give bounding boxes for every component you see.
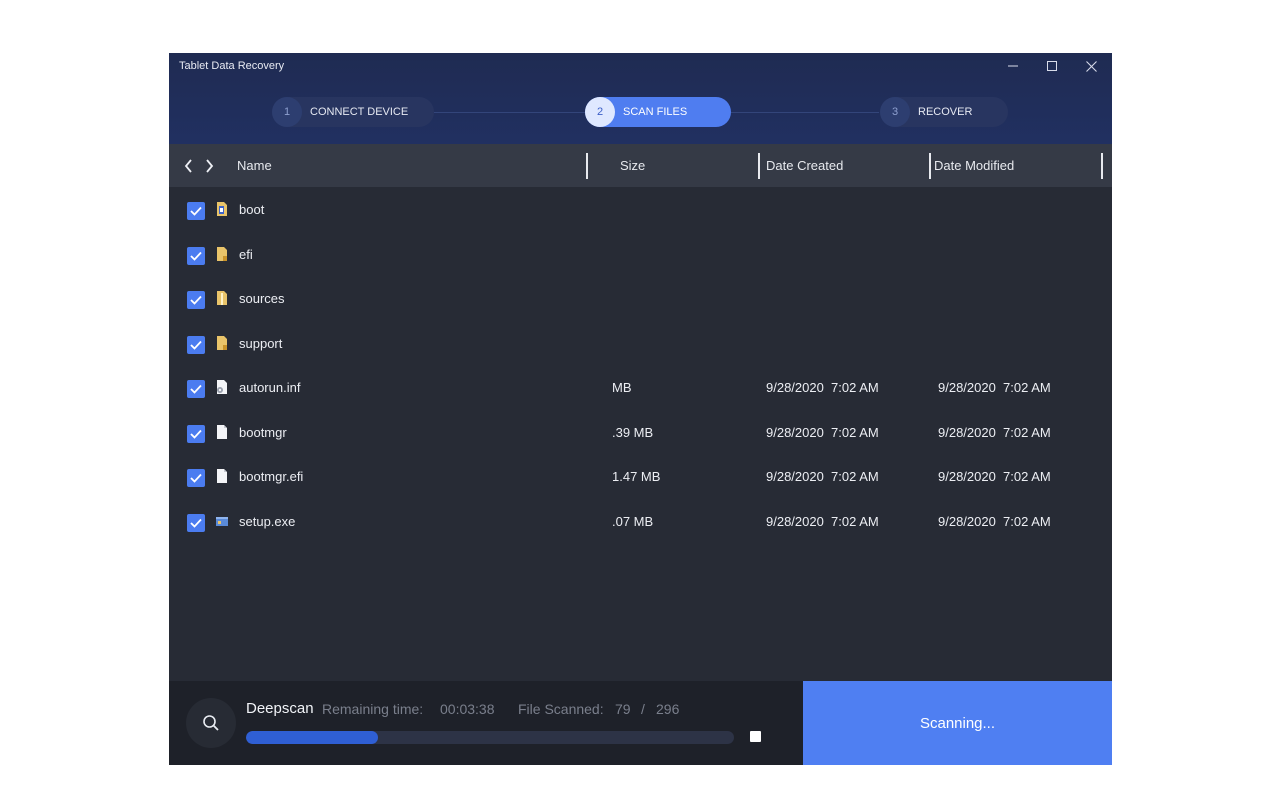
file-date-created: 9/28/2020 7:02 AM [766,380,879,395]
file-name: bootmgr [239,425,287,440]
checkmark-icon [190,206,202,216]
title-bar: Tablet Data Recovery 1 CONNECT DEVICE 2 … [169,53,1112,144]
row-checkbox[interactable] [187,247,205,265]
column-divider[interactable] [929,153,931,179]
step-number: 3 [880,97,910,127]
step-connect-device: 1 CONNECT DEVICE [272,97,434,127]
file-icon [217,469,227,483]
file-name: autorun.inf [239,380,301,395]
file-row[interactable]: support [169,321,1112,365]
step-label: SCAN FILES [623,106,688,118]
checkmark-icon [190,473,202,483]
step-scan-files: 2 SCAN FILES [585,97,731,127]
file-date-modified: 9/28/2020 7:02 AM [938,380,1051,395]
step-number: 2 [585,97,615,127]
file-list-header: Name Size Date Created Date Modified [169,144,1112,187]
file-date-modified: 9/28/2020 7:02 AM [938,469,1051,484]
forward-button[interactable] [202,157,216,175]
step-label: RECOVER [918,106,973,118]
checkmark-icon [190,295,202,305]
file-name: sources [239,291,285,306]
file-size: .07 MB [612,514,654,529]
files-scanned-label: File Scanned: [518,701,604,717]
remaining-time-value: 00:03:38 [440,701,495,717]
column-date-created[interactable]: Date Created [766,158,843,173]
checkmark-icon [190,340,202,350]
step-number: 1 [272,97,302,127]
search-icon [203,715,219,731]
scan-progress-fill [246,731,378,744]
file-date-modified: 9/28/2020 7:02 AM [938,425,1051,440]
row-checkbox[interactable] [187,291,205,309]
row-checkbox[interactable] [187,380,205,398]
row-checkbox[interactable] [187,514,205,532]
checkmark-icon [190,518,202,528]
close-button[interactable] [1081,57,1101,75]
file-row[interactable]: autorun.inf MB 9/28/2020 7:02 AM 9/28/20… [169,365,1112,409]
file-row[interactable]: bootmgr .39 MB 9/28/2020 7:02 AM 9/28/20… [169,410,1112,454]
remaining-time-label: Remaining time: [322,701,424,717]
scan-progress-bar [246,731,734,744]
file-size: 1.47 MB [612,469,661,484]
column-date-modified[interactable]: Date Modified [934,158,1014,173]
checkmark-icon [190,251,202,261]
file-icon [217,425,227,439]
row-checkbox[interactable] [187,469,205,487]
file-name: boot [239,202,265,217]
scan-mode-label: Deepscan [246,700,314,717]
settings-file-icon [217,380,227,394]
column-divider[interactable] [1101,153,1103,179]
maximize-icon [1047,61,1057,71]
file-date-created: 9/28/2020 7:02 AM [766,514,879,529]
file-row[interactable]: boot [169,187,1112,231]
folder-icon [217,202,227,216]
column-divider[interactable] [586,153,588,179]
file-size: MB [612,380,632,395]
scan-status-icon-wrap [186,698,236,748]
close-icon [1085,60,1097,72]
row-checkbox[interactable] [187,425,205,443]
file-row[interactable]: sources [169,276,1112,320]
file-row[interactable]: setup.exe .07 MB 9/28/2020 7:02 AM 9/28/… [169,499,1112,543]
step-label: CONNECT DEVICE [310,106,409,118]
row-checkbox[interactable] [187,336,205,354]
file-name: bootmgr.efi [239,469,304,484]
file-name: efi [239,247,253,262]
file-name: setup.exe [239,514,296,529]
folder-icon [217,336,227,350]
scan-status-bar: Deepscan Remaining time: 00:03:38 File S… [169,681,1112,765]
minimize-button[interactable] [1003,57,1023,75]
app-title: Tablet Data Recovery [179,60,285,72]
file-size: .39 MB [612,425,654,440]
row-checkbox[interactable] [187,202,205,220]
back-button[interactable] [181,157,195,175]
files-scanned-total: 296 [656,701,680,717]
chevron-left-icon [184,159,192,173]
file-row[interactable]: bootmgr.efi 1.47 MB 9/28/2020 7:02 AM 9/… [169,454,1112,498]
app-window: Tablet Data Recovery 1 CONNECT DEVICE 2 … [169,53,1112,765]
files-scanned-count: 79 [615,701,631,717]
chevron-right-icon [205,159,213,173]
checkmark-icon [190,384,202,394]
column-divider[interactable] [758,153,760,179]
file-name: support [239,336,283,351]
file-date-modified: 9/28/2020 7:02 AM [938,514,1051,529]
file-date-created: 9/28/2020 7:02 AM [766,425,879,440]
exe-icon [216,517,228,526]
column-size[interactable]: Size [620,158,645,173]
scanning-button[interactable]: Scanning... [803,681,1112,765]
maximize-button[interactable] [1042,57,1062,75]
checkmark-icon [190,429,202,439]
stop-scan-button[interactable] [750,731,761,742]
step-recover: 3 RECOVER [880,97,1008,127]
minimize-icon [1008,65,1018,67]
column-name[interactable]: Name [237,158,272,173]
file-date-created: 9/28/2020 7:02 AM [766,469,879,484]
folder-icon [217,291,227,305]
files-scanned-separator: / [641,701,645,717]
folder-icon [217,247,227,261]
file-row[interactable]: efi [169,232,1112,276]
